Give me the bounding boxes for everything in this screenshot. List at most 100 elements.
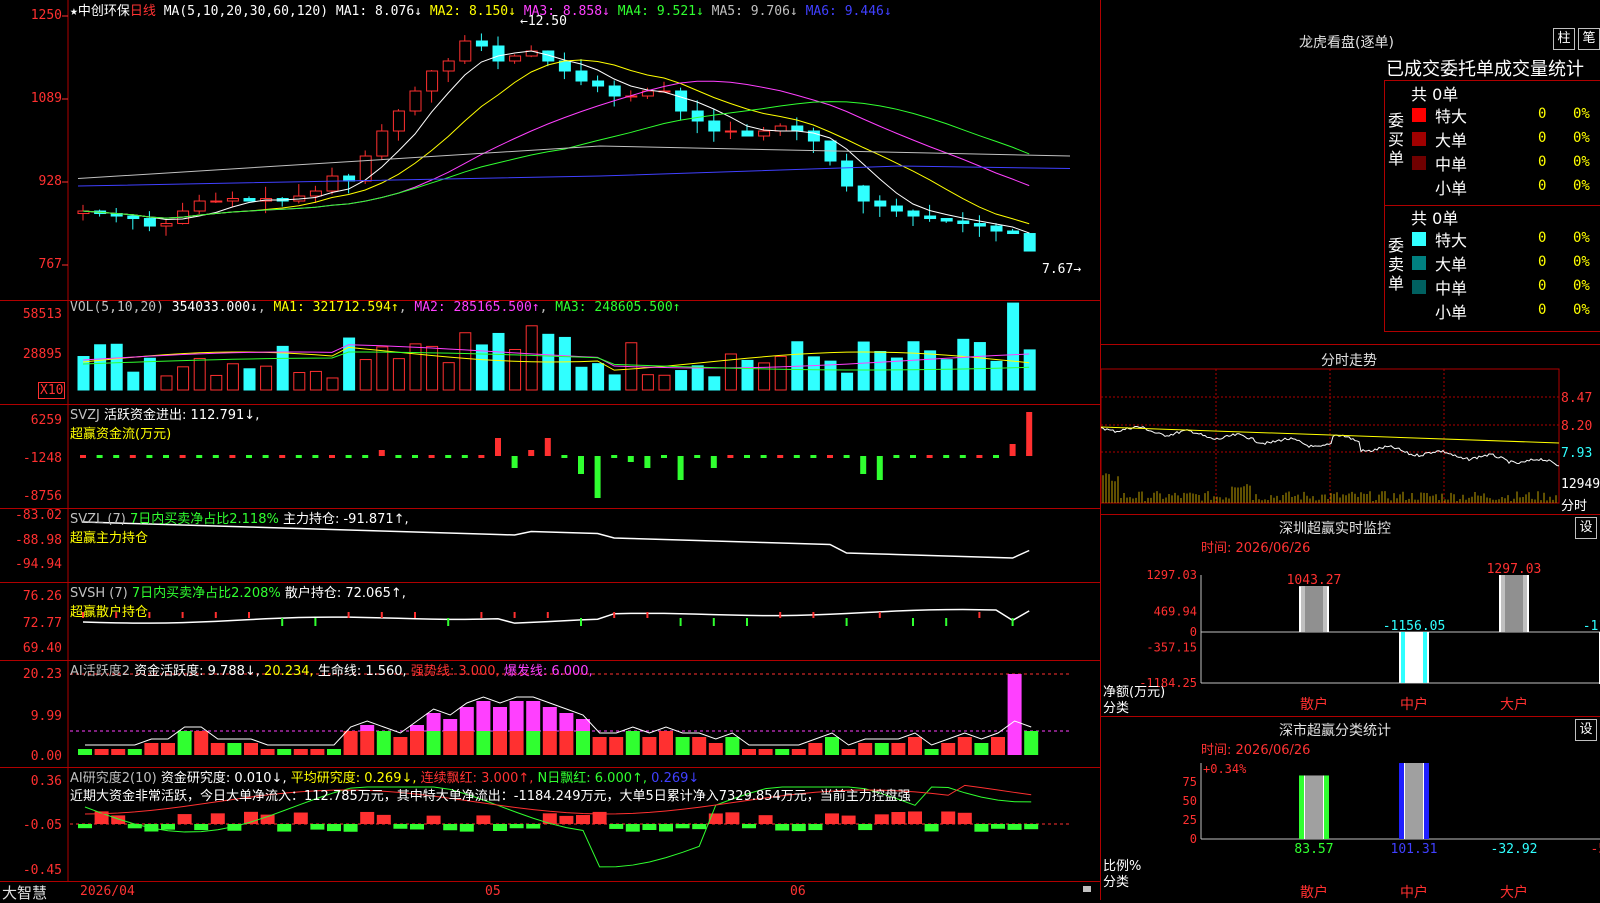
svsh-pane[interactable]: SVSH (7) 7日内买卖净占比2.208% 散户持仓: 72.065↑, 超… <box>0 582 1100 661</box>
candle <box>724 130 737 133</box>
research-bar <box>609 824 624 829</box>
monitor-bar-inner <box>1305 586 1323 632</box>
stats-ytick: 50 <box>1183 794 1197 808</box>
bar-mode-button[interactable]: 柱 <box>1553 28 1575 50</box>
favorite-star-icon[interactable]: ★ <box>70 4 78 19</box>
activity-bar <box>210 743 225 755</box>
volume-bar <box>558 336 571 391</box>
activity-bar <box>858 743 873 755</box>
candle <box>857 185 870 202</box>
activity-bar <box>459 707 474 731</box>
stats-ytick: 25 <box>1183 813 1197 827</box>
period-label[interactable]: 日线 <box>130 4 156 19</box>
svzj-ytick: -8756 <box>22 489 62 504</box>
candle <box>509 55 522 62</box>
stats-ytick: 0 <box>1190 832 1197 846</box>
activity-bar <box>808 743 823 755</box>
volume-bar <box>475 344 488 391</box>
volume-bar <box>841 372 854 391</box>
candle <box>426 70 439 92</box>
ma-item: MA1: <box>335 4 368 19</box>
flow-bar <box>976 455 983 458</box>
candle <box>309 190 322 197</box>
flow-bar <box>644 456 651 468</box>
volume-pane[interactable]: VOL(5,10,20) 354033.000↓, MA1: 321712.59… <box>0 300 1100 405</box>
ma-values: MA1: 8.076↓ MA2: 8.150↓ MA3: 8.858↓ MA4:… <box>336 4 892 19</box>
monitor-bar-chart: 1297.03 469.94 0 -357.15 -1184.25 1043.27 散户 -1… <box>1139 562 1600 713</box>
stats-bar-edge <box>1399 763 1404 839</box>
activity-bar <box>493 731 507 755</box>
research-bar <box>410 824 424 830</box>
flow-bar <box>345 455 352 458</box>
candle <box>990 225 1003 232</box>
vol-ytick: 28895 <box>22 347 62 362</box>
legend-swatch <box>1412 280 1426 294</box>
stats-value-label: -51.95 <box>1591 842 1600 857</box>
research-bar <box>559 815 574 824</box>
ai-comment: 近期大资金非常活跃，今日大单净流入：112.785万元，其中特大单净流出：-11… <box>70 789 911 804</box>
candle <box>392 110 405 132</box>
flow-bar <box>113 455 120 458</box>
lock-icon[interactable] <box>1083 886 1091 892</box>
activity-bar <box>161 743 175 755</box>
flow-bar <box>146 455 153 458</box>
research-bar <box>426 815 441 824</box>
tick-mode-button[interactable]: 笔 <box>1578 28 1600 50</box>
flow-bar <box>295 455 302 458</box>
ai-research-pane[interactable]: AI研究度2(10) 资金研究度: 0.010↓, 平均研究度: 0.269↓,… <box>0 767 1100 881</box>
ma4-line <box>82 101 1030 219</box>
activity-bar <box>908 737 922 755</box>
activity-bar <box>891 743 906 755</box>
activity-bar <box>227 743 242 755</box>
flow-bar <box>80 455 86 458</box>
volume-bar <box>592 363 605 391</box>
monitor-category-label: 大户 <box>1500 696 1528 713</box>
candle <box>1007 230 1020 235</box>
candle <box>774 125 787 132</box>
flow-bar <box>528 450 535 456</box>
svzl-header: SVZL (7) 7日内买卖净占比2.118% 主力持仓: -91.871↑, … <box>70 512 409 546</box>
stats-category-label: 散户 <box>1300 884 1328 901</box>
volume-bar <box>641 374 654 391</box>
svsh-header: SVSH (7) 7日内买卖净占比2.208% 散户持仓: 72.065↑, 超… <box>70 586 406 620</box>
flow-bar <box>329 455 335 458</box>
price-pane[interactable]: ★中创环保日线 MA(5,10,20,30,60,120) MA1: 8.076… <box>0 0 1100 301</box>
candle <box>160 223 173 227</box>
volume-chart <box>67 300 1036 404</box>
candle <box>924 215 937 220</box>
candle <box>492 45 505 62</box>
svzl-pane[interactable]: SVZL (7) 7日内买卖净占比2.118% 主力持仓: -91.871↑, … <box>0 508 1100 583</box>
intraday-panel[interactable]: 分时走势 8.47 8.20 7.93 12949 分时 <box>1101 344 1600 515</box>
research-bar <box>493 824 507 831</box>
candle <box>940 218 953 222</box>
candle <box>675 90 688 112</box>
research-bar <box>725 812 740 824</box>
monitor-panel[interactable]: 深圳超赢实时监控 设 时间: 2026/06/26 1297.03 469.94 0… <box>1101 514 1600 717</box>
activity-bar <box>742 749 756 755</box>
candle <box>874 200 887 207</box>
volume-bar <box>774 355 787 391</box>
order-count: 0 <box>1538 278 1547 294</box>
flow-bar <box>578 456 584 474</box>
stats-panel[interactable]: 深市超赢分类统计 设 时间: 2026/06/26 75 50 25 0 +0.34% 8… <box>1101 716 1600 901</box>
activity-bar <box>874 743 889 755</box>
stats-ytick: 75 <box>1183 775 1197 789</box>
activity-bar <box>343 731 358 755</box>
flow-bar <box>843 455 850 458</box>
activity-bar <box>542 707 557 731</box>
volume-bar <box>243 368 256 391</box>
ma5-line <box>77 145 1071 180</box>
activity-bar <box>426 731 441 755</box>
activity-bar <box>542 731 557 755</box>
intraday-ytick: 8.20 <box>1561 419 1593 434</box>
svzj-pane[interactable]: SVZJ 活跃资金进出: 112.791↓, 超赢资金流(万元) 6259 -1… <box>0 404 1100 509</box>
activity-bar <box>708 743 723 755</box>
flow-bar <box>694 455 701 458</box>
flow-bar <box>760 455 767 458</box>
activity-bar <box>509 701 524 731</box>
flow-bar <box>827 455 833 458</box>
flow-bar <box>428 455 435 458</box>
ai-activity-pane[interactable]: AI活跃度2 资金活跃度: 9.788↓, 20.234, 生命线: 1.560… <box>0 660 1100 768</box>
flow-bar <box>727 455 734 458</box>
ma-value: 8.150↓ <box>461 4 524 19</box>
